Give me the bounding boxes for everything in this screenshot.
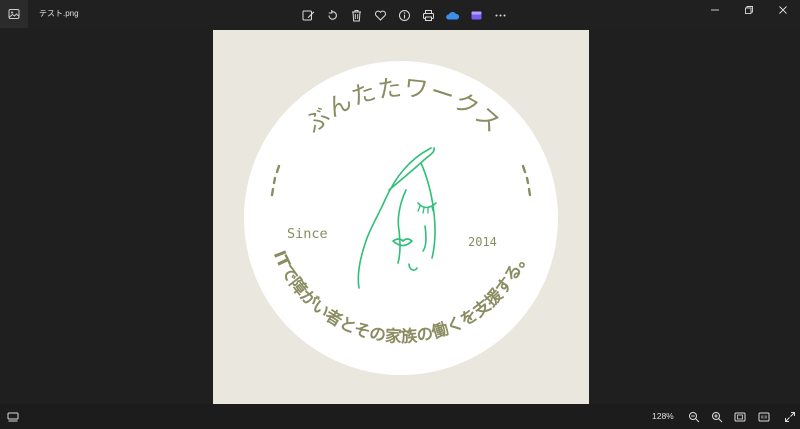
more-icon[interactable] — [488, 6, 512, 24]
zoom-level: 128% — [652, 411, 674, 421]
fullscreen-icon[interactable] — [781, 408, 799, 426]
info-icon[interactable] — [392, 6, 416, 24]
actual-size-icon[interactable] — [755, 408, 773, 426]
edit-icon[interactable] — [296, 6, 320, 24]
close-icon[interactable] — [766, 0, 800, 20]
clipchamp-icon[interactable] — [464, 6, 488, 24]
displayed-image: ぶんたたワークス ITで障がい者とその家族の働くを支援する。 Since 201… — [213, 30, 589, 404]
zoom-in-icon[interactable] — [708, 408, 726, 426]
file-name: テスト.png — [39, 9, 79, 18]
photos-app-icon[interactable] — [0, 0, 28, 28]
restore-icon[interactable] — [732, 0, 766, 20]
delete-icon[interactable] — [344, 6, 368, 24]
minimize-icon[interactable] — [698, 0, 732, 20]
status-bar: 128% — [0, 404, 800, 429]
rotate-icon[interactable] — [320, 6, 344, 24]
filmstrip-icon[interactable] — [4, 408, 22, 426]
title-bar: テスト.png — [0, 0, 800, 30]
year-label: 2014 — [468, 235, 497, 249]
window-controls — [698, 0, 800, 20]
image-viewer[interactable]: ぶんたたワークス ITで障がい者とその家族の働くを支援する。 Since 201… — [0, 30, 800, 404]
print-icon[interactable] — [416, 6, 440, 24]
zoom-out-icon[interactable] — [685, 408, 703, 426]
since-label: Since — [287, 226, 328, 242]
fit-to-window-icon[interactable] — [731, 408, 749, 426]
image-toolbar — [296, 6, 512, 24]
onedrive-icon[interactable] — [440, 6, 464, 24]
favorite-icon[interactable] — [368, 6, 392, 24]
